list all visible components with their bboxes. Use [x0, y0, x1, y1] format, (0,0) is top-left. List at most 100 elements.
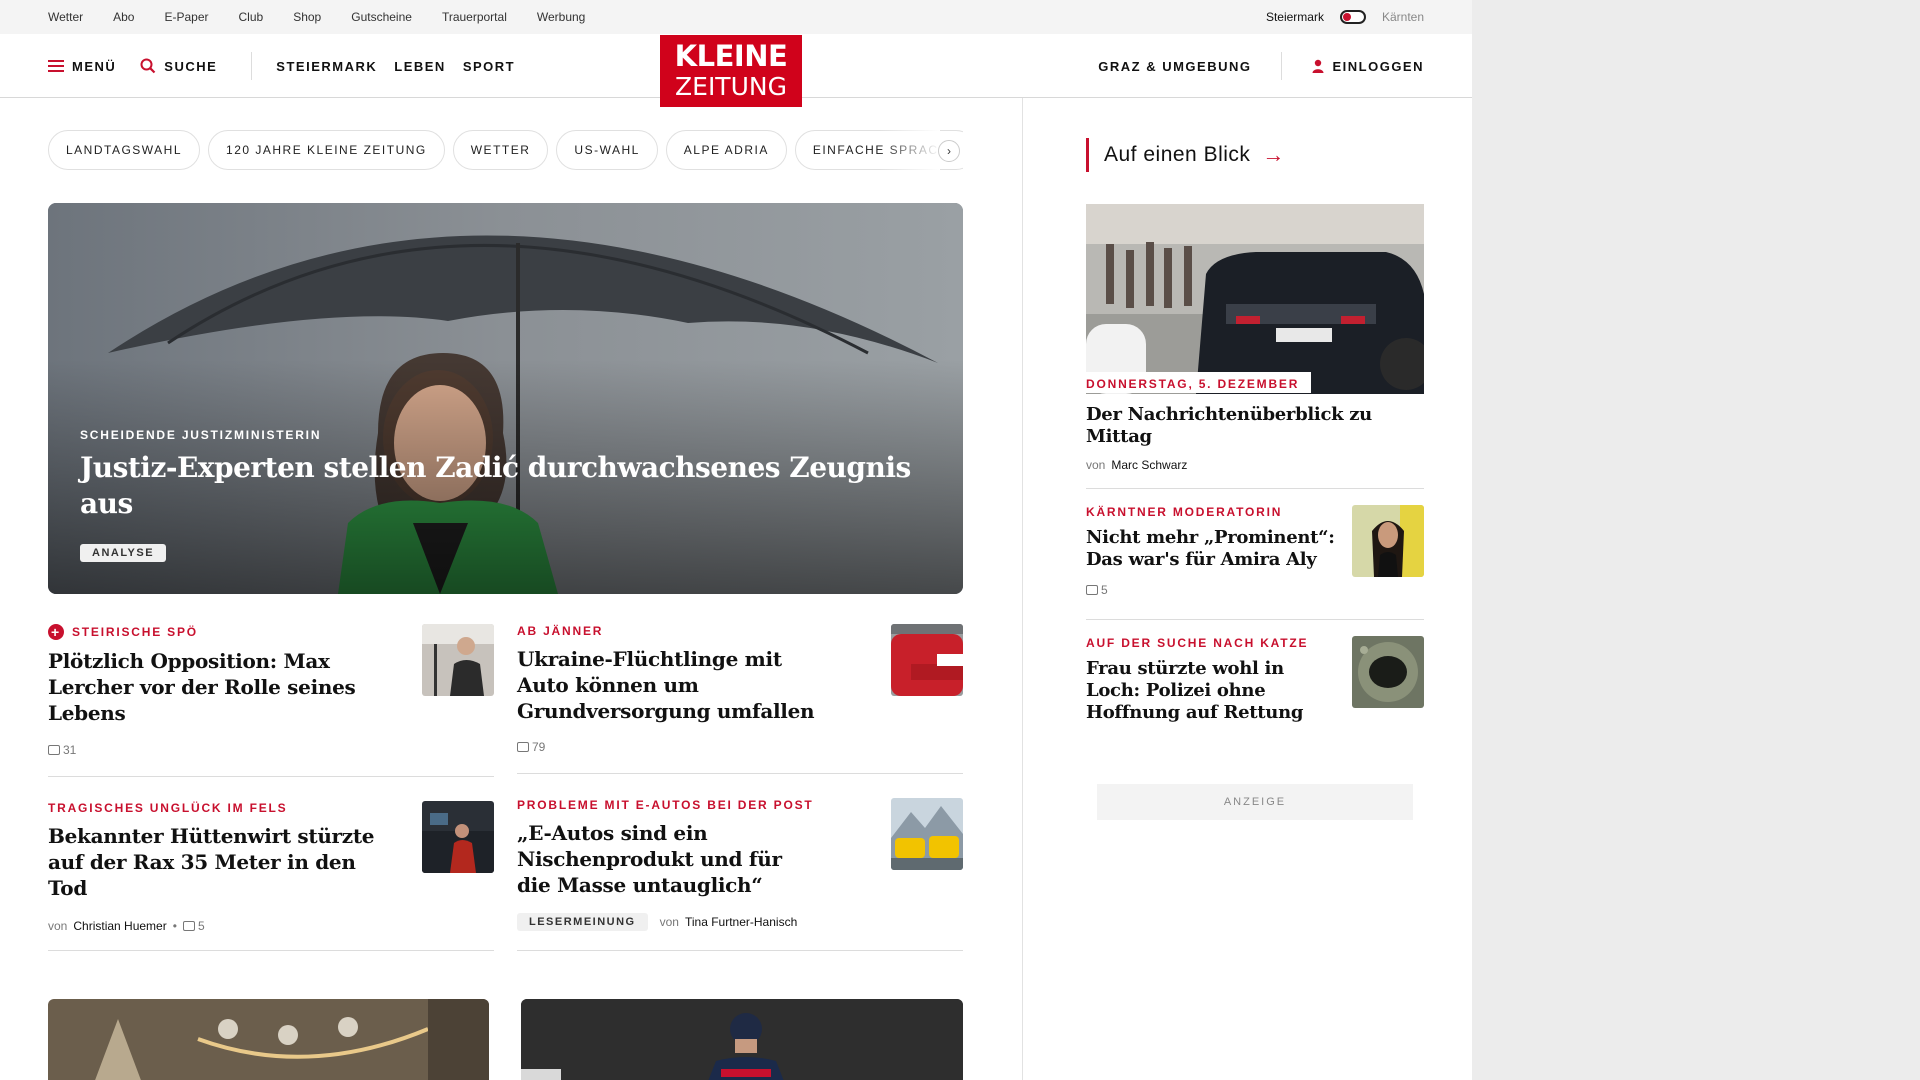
article-title[interactable]: Nicht mehr „Prominent“: Das war's für Am… [1086, 527, 1336, 571]
article-card[interactable]: + STEIRISCHE SPÖ Plötzlich Opposition: M… [48, 624, 494, 777]
nav-sport[interactable]: SPORT [463, 59, 515, 74]
teaser-image[interactable] [521, 999, 963, 1080]
login-button[interactable]: EINLOGGEN [1312, 59, 1424, 74]
article-title[interactable]: Bekannter Hüttenwirt stürzte auf der Rax… [48, 823, 393, 901]
byline-prefix: von [1086, 458, 1106, 472]
chip-us-wahl[interactable]: US-WAHL [556, 130, 658, 170]
nav-leben[interactable]: LEBEN [394, 59, 446, 74]
article-badge: LESERMEINUNG [517, 913, 648, 931]
article-card[interactable]: PROBLEME MIT E-AUTOS BEI DER POST „E-Aut… [517, 798, 963, 951]
search-button[interactable]: SUCHE [140, 58, 217, 74]
user-icon [1312, 59, 1324, 73]
teaser-image-graphic [48, 999, 489, 1080]
header-left: MENÜ SUCHE STEIERMARK LEBEN SPORT [48, 34, 515, 98]
sidebar-heading[interactable]: Auf einen Blick → [1086, 138, 1424, 172]
link-wetter[interactable]: Wetter [48, 10, 83, 24]
chip-alpe-adria[interactable]: ALPE ADRIA [665, 130, 787, 170]
utility-links: Wetter Abo E-Paper Club Shop Gutscheine … [48, 0, 585, 34]
sidebar-heading-text: Auf einen Blick [1104, 143, 1251, 166]
article-card[interactable]: TRAGISCHES UNGLÜCK IM FELS Bekannter Hüt… [48, 801, 494, 951]
nav-graz-umgebung[interactable]: GRAZ & UMGEBUNG [1098, 59, 1251, 74]
feature-kicker: DONNERSTAG, 5. DEZEMBER [1086, 377, 1300, 391]
chip-landtagswahl[interactable]: LANDTAGSWAHL [48, 130, 201, 170]
thumbnail-image [891, 624, 963, 696]
hero-article[interactable]: SCHEIDENDE JUSTIZMINISTERIN Justiz-Exper… [48, 203, 963, 594]
meta-separator: • [172, 919, 177, 933]
chip-120-jahre[interactable]: 120 JAHRE KLEINE ZEITUNG [208, 130, 445, 170]
article-thumbnail[interactable] [891, 798, 963, 870]
article-title[interactable]: Plötzlich Opposition: Max Lercher vor de… [48, 648, 393, 726]
chevron-right-icon: › [947, 144, 951, 158]
feature-meta: von Marc Schwarz [1086, 458, 1424, 472]
feature-title[interactable]: Der Nachrichtenüberblick zu Mittag [1086, 404, 1424, 448]
login-label: EINLOGGEN [1332, 58, 1424, 74]
article-thumbnail[interactable] [1352, 636, 1424, 708]
menu-button[interactable]: MENÜ [48, 59, 116, 74]
logo-line1: KLEINE [674, 39, 788, 73]
search-label: SUCHE [164, 58, 218, 74]
article-thumbnail[interactable] [891, 624, 963, 696]
thumbnail-image [891, 798, 963, 870]
article-card[interactable]: AB JÄNNER Ukraine-Flüchtlinge mit Auto k… [517, 624, 963, 774]
region-switch: Steiermark Kärnten [1266, 0, 1424, 34]
menu-label: MENÜ [72, 58, 117, 74]
author-name[interactable]: Tina Furtner-Hanisch [685, 915, 797, 929]
hero-title[interactable]: Justiz-Experten stellen Zadić durchwachs… [80, 450, 931, 522]
comment-count[interactable]: 79 [517, 740, 545, 754]
article-title[interactable]: Ukraine-Flüchtlinge mit Auto können um G… [517, 646, 817, 724]
feature-image [1086, 204, 1424, 394]
article-thumbnail[interactable] [422, 624, 494, 696]
link-werbung[interactable]: Werbung [537, 10, 585, 24]
site-logo[interactable]: KLEINE ZEITUNG [660, 35, 802, 107]
site-header: MENÜ SUCHE STEIERMARK LEBEN SPORT KLEINE… [0, 34, 1472, 107]
thumbnail-image [1352, 636, 1424, 708]
region-kaernten[interactable]: Kärnten [1382, 10, 1424, 24]
sidebar-feature-article[interactable]: Der Nachrichtenüberblick zu Mittag von M… [1086, 394, 1424, 488]
article-meta: von Christian Huemer • 5 [48, 919, 205, 933]
utility-bar: Wetter Abo E-Paper Club Shop Gutscheine … [0, 0, 1472, 34]
teaser-image-graphic [521, 999, 963, 1080]
region-steiermark[interactable]: Steiermark [1266, 10, 1324, 24]
plus-icon: + [48, 624, 64, 640]
region-toggle[interactable] [1339, 10, 1366, 24]
article-title[interactable]: Frau stürzte wohl in Loch: Polizei ohne … [1086, 658, 1336, 724]
feature-kicker-box: DONNERSTAG, 5. DEZEMBER [1086, 372, 1312, 393]
hero-text: SCHEIDENDE JUSTIZMINISTERIN Justiz-Exper… [80, 428, 931, 562]
toggle-knob [1342, 13, 1351, 21]
nav-steiermark[interactable]: STEIERMARK [276, 59, 377, 74]
link-gutscheine[interactable]: Gutscheine [351, 10, 412, 24]
chip-wetter[interactable]: WETTER [452, 130, 549, 170]
sidebar-feature-image[interactable]: DONNERSTAG, 5. DEZEMBER [1086, 204, 1424, 394]
chips-next-button[interactable]: › [938, 140, 960, 162]
topic-chips: LANDTAGSWAHL 120 JAHRE KLEINE ZEITUNG WE… [48, 130, 963, 172]
article-kicker-text: STEIRISCHE SPÖ [72, 625, 198, 639]
article-title[interactable]: „E-Autos sind ein Nischenprodukt und für… [517, 820, 817, 898]
comment-count-value: 79 [532, 740, 546, 754]
logo-line2: ZEITUNG [675, 72, 787, 101]
sidebar-article[interactable]: KÄRNTNER MODERATORIN Nicht mehr „Promine… [1086, 488, 1424, 619]
article-thumbnail[interactable] [1352, 505, 1424, 577]
author-name[interactable]: Marc Schwarz [1111, 458, 1187, 472]
hamburger-icon [48, 60, 64, 72]
link-abo[interactable]: Abo [113, 10, 134, 24]
search-icon [140, 58, 156, 74]
teaser-image[interactable] [48, 999, 489, 1080]
ad-label: ANZEIGE [1097, 784, 1413, 820]
comment-icon [48, 745, 60, 755]
author-name[interactable]: Christian Huemer [73, 919, 166, 933]
link-shop[interactable]: Shop [293, 10, 321, 24]
article-thumbnail[interactable] [422, 801, 494, 873]
page: Wetter Abo E-Paper Club Shop Gutscheine … [0, 0, 1472, 1080]
link-trauerportal[interactable]: Trauerportal [442, 10, 507, 24]
thumbnail-image [1352, 505, 1424, 577]
comment-count-value: 5 [1101, 583, 1108, 597]
sidebar-article[interactable]: AUF DER SUCHE NACH KATZE Frau stürzte wo… [1086, 619, 1424, 731]
article-meta: LESERMEINUNG von Tina Furtner-Hanisch [517, 913, 797, 931]
comment-count[interactable]: 5 [1086, 583, 1108, 597]
link-epaper[interactable]: E-Paper [164, 10, 208, 24]
link-club[interactable]: Club [239, 10, 264, 24]
comment-icon [182, 921, 195, 931]
comment-count[interactable]: 31 [48, 743, 76, 757]
comment-count[interactable]: 5 [182, 919, 205, 933]
header-right: GRAZ & UMGEBUNG EINLOGGEN [1098, 34, 1424, 98]
